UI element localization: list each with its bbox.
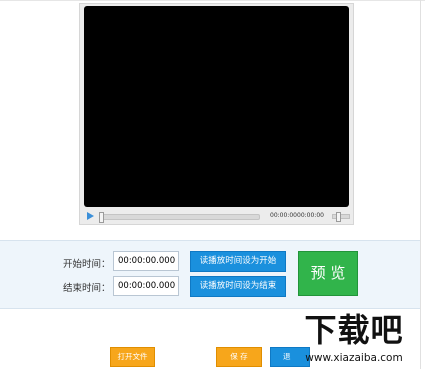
set-end-button[interactable]: 读播放时间设为结束 — [190, 276, 286, 297]
volume-handle[interactable] — [336, 212, 341, 222]
top-border — [0, 0, 425, 1]
total-time: 00:00:00 — [297, 212, 324, 219]
start-time-input[interactable] — [113, 251, 179, 271]
watermark-url: www.xiazaiba.com — [305, 352, 403, 364]
save-button[interactable]: 保 存 — [216, 347, 262, 367]
preview-button[interactable]: 预 览 — [298, 251, 358, 296]
end-time-input[interactable] — [113, 276, 179, 296]
current-time: 00:00:00 — [270, 212, 297, 219]
start-time-label: 开始时间： — [63, 259, 111, 270]
player-controls: 00:00:00 00:00:00 — [84, 209, 351, 223]
play-icon[interactable] — [87, 212, 94, 220]
seek-bar[interactable] — [99, 212, 260, 223]
end-time-label: 结束时间： — [63, 283, 111, 294]
volume-slider[interactable] — [332, 212, 350, 222]
video-player: 00:00:00 00:00:00 — [79, 3, 354, 225]
open-file-button[interactable]: 打开文件 — [110, 347, 155, 367]
set-start-button[interactable]: 读播放时间设为开始 — [190, 251, 286, 272]
seek-handle[interactable] — [99, 212, 104, 223]
video-screen[interactable] — [84, 6, 349, 207]
watermark: 下载吧 www.xiazaiba.com — [286, 306, 422, 369]
watermark-logo: 下载吧 — [304, 311, 404, 349]
